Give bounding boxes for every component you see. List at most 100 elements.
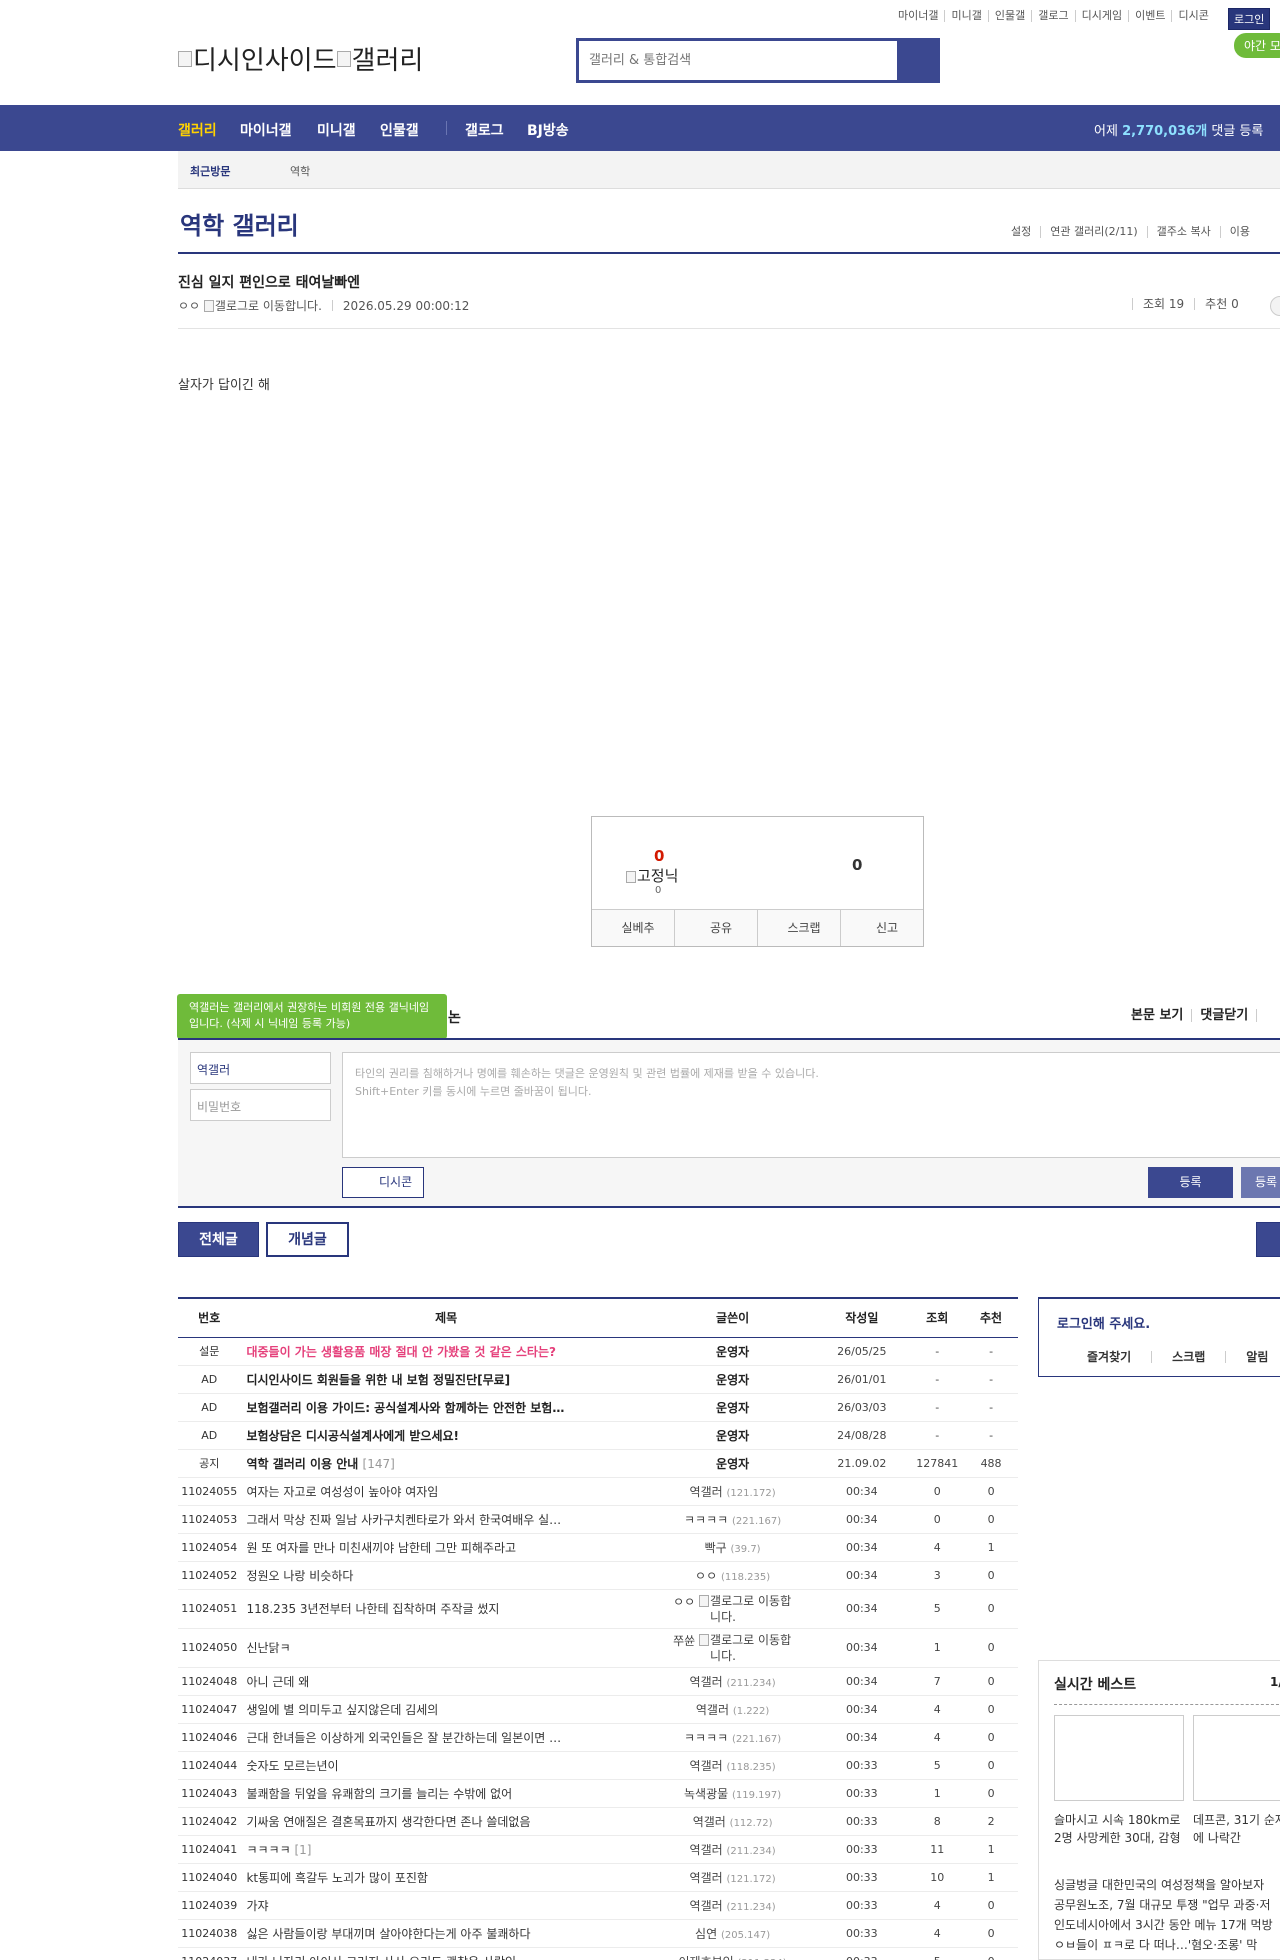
post-subject-text[interactable]: 신난닭ㅋ <box>246 1641 290 1655</box>
writer-nick[interactable]: 운영자 <box>716 1457 749 1471</box>
post-subject[interactable]: 숫자도 모르는년이 <box>240 1751 652 1780</box>
table-row[interactable]: 공지 역학 갤러리 이용 안내 [147] 운영자 21.09.02 127841 488 <box>178 1449 1018 1478</box>
table-row[interactable]: 11024041 ㅋㅋㅋㅋ [1] 역갤러 (211.234) 00:33 11 1 <box>178 1835 1018 1864</box>
post-subject[interactable]: 그래서 막상 진짜 일남 사카구치켄타로가 와서 한국여배우 실… <box>240 1505 652 1534</box>
post-subject[interactable]: 불쾌함을 뒤엎을 유쾌함의 크기를 늘리는 수밖에 없어 <box>240 1779 652 1808</box>
login-prompt[interactable]: 로그인해 주세요. <box>1057 1313 1150 1332</box>
nav-mini-gallery[interactable]: 미니갤 <box>317 120 356 140</box>
table-row[interactable]: 11024051 118.235 3년전부터 나한테 집착하며 주작글 썼지 ㅇㅇ … <box>178 1589 1018 1629</box>
table-row[interactable]: 11024038 싫은 사람들이랑 부대끼며 살아야한다는게 아주 불쾌하다 심연 … <box>178 1919 1018 1948</box>
gallery-title[interactable]: 역학 갤러리 <box>180 206 299 241</box>
post-subject[interactable]: 여자는 자고로 여성성이 높아야 여자임 <box>240 1477 652 1506</box>
favorites-link[interactable]: 즐겨찾기 <box>1039 1351 1151 1363</box>
post-subject[interactable]: 가쟈 <box>240 1891 652 1920</box>
table-row[interactable]: 11024053 그래서 막상 진짜 일남 사카구치켄타로가 와서 한국여배우 실… <box>178 1505 1018 1534</box>
share-button[interactable]: 공유 <box>674 910 757 946</box>
top-link-person[interactable]: 인물갤 <box>987 10 1031 22</box>
gallog-icon[interactable] <box>699 1633 710 1646</box>
post-subject-text[interactable]: 숫자도 모르는년이 <box>246 1759 338 1773</box>
post-subject[interactable]: 보험상담은 디시공식설계사에게 받으세요! <box>240 1421 652 1450</box>
table-row[interactable]: 11024055 여자는 자고로 여성성이 높아야 여자임 역갤러 (121.172… <box>178 1477 1018 1506</box>
tab-concept-posts[interactable]: 개념글 <box>266 1222 349 1257</box>
best-list-item[interactable]: 인도네시아에서 3시간 동안 메뉴 17개 먹방 <box>1054 1915 1280 1935</box>
writer-nick[interactable]: 역갤러 <box>693 1815 726 1829</box>
post-subject[interactable]: 보험갤러리 이용 가이드: 공식설계사와 함께하는 안전한 보험… <box>240 1393 652 1422</box>
writer-nick[interactable]: 운영자 <box>716 1401 749 1415</box>
report-button[interactable]: 신고 <box>840 910 923 946</box>
table-row[interactable]: 11024052 정원오 나랑 비슷하다 ㅇㅇ (118.235) 00:34 3 0 <box>178 1561 1018 1590</box>
writer-nick[interactable]: 운영자 <box>716 1345 749 1359</box>
best-caption[interactable]: 데프콘, 31기 순자 돌직구에 나락간 <box>1193 1811 1280 1847</box>
dccon-button[interactable]: 디시콘 <box>342 1167 424 1198</box>
nav-bj-broadcast[interactable]: BJ방송 <box>527 120 569 140</box>
post-subject-text[interactable]: 보험갤러리 이용 가이드: 공식설계사와 함께하는 안전한 보험… <box>246 1401 564 1415</box>
table-row[interactable]: AD 디시인사이드 회원들을 위한 내 보험 정밀진단[무료] 운영자 26/01/0… <box>178 1365 1018 1394</box>
best-list-item[interactable]: ㅇㅂ들이 ㅍㅋ로 다 떠나…'혐오·조롱' 막 <box>1054 1935 1280 1955</box>
recent-visits-label[interactable]: 최근방문 <box>190 163 230 179</box>
writer-nick[interactable]: 역갤러 <box>690 1485 723 1499</box>
top-link-event[interactable]: 이벤트 <box>1128 10 1171 22</box>
post-subject[interactable]: 118.235 3년전부터 나한테 집착하며 주작글 썼지 <box>240 1589 652 1629</box>
post-subject[interactable]: ㅋㅋㅋㅋ [1] <box>240 1835 652 1864</box>
table-row[interactable]: 11024037 내가 나자리 아이사 그러지 사사 오리도 괜찮은 사람인 이제호… <box>178 1947 1018 1960</box>
table-row[interactable]: 설문 대중들이 가는 생활용품 매장 절대 안 가봤을 것 같은 스타는? 운영자 2… <box>178 1337 1018 1366</box>
post-subject-text[interactable]: 기싸움 연애질은 결혼목표까지 생각한다면 존나 쓸데없음 <box>246 1815 530 1829</box>
table-row[interactable]: 11024044 숫자도 모르는년이 역갤러 (118.235) 00:33 5 0 <box>178 1751 1018 1780</box>
table-row[interactable]: 11024047 생일에 별 의미두고 싶지않은데 김세의 역갤러 (1.222) 0… <box>178 1695 1018 1724</box>
writer-nick[interactable]: ㅇㅇ <box>695 1569 717 1583</box>
nickname-field[interactable]: 역갤러 <box>190 1052 331 1084</box>
search-input[interactable] <box>579 41 897 80</box>
post-subject-text[interactable]: kt통피에 흑갈두 노괴가 많이 포진함 <box>246 1871 427 1885</box>
writer-nick[interactable]: 역갤러 <box>690 1871 723 1885</box>
close-comments-link[interactable]: 댓글닫기 <box>1191 1009 1256 1022</box>
top-link-game[interactable]: 디시게임 <box>1074 10 1128 22</box>
post-subject[interactable]: 대중들이 가는 생활용품 매장 절대 안 가봤을 것 같은 스타는? <box>240 1337 652 1366</box>
reply-count[interactable]: [1] <box>294 1843 311 1857</box>
post-subject[interactable]: 신난닭ㅋ <box>240 1628 652 1668</box>
search-button[interactable] <box>897 41 937 80</box>
post-subject-text[interactable]: 싫은 사람들이랑 부대끼며 살아야한다는게 아주 불쾌하다 <box>246 1927 530 1941</box>
table-row[interactable]: 11024054 원 또 여자를 만나 미친새끼야 남한테 그만 피해주라고 빡구 … <box>178 1533 1018 1562</box>
scrap-button[interactable]: 스크랩 <box>757 910 840 946</box>
post-subject[interactable]: kt통피에 흑갈두 노괴가 많이 포진함 <box>240 1863 652 1892</box>
top-link-dccon[interactable]: 디시콘 <box>1171 10 1214 22</box>
top-link-minor[interactable]: 마이너갤 <box>892 10 944 22</box>
post-subject[interactable]: 정원오 나랑 비슷하다 <box>240 1561 652 1590</box>
table-row[interactable]: 11024050 신난닭ㅋ 쭈쓘 갤로그로 이동합니다. 00:34 1 0 <box>178 1628 1018 1668</box>
table-row[interactable]: AD 보험상담은 디시공식설계사에게 받으세요! 운영자 24/08/28- - <box>178 1421 1018 1450</box>
post-subject[interactable]: 기싸움 연애질은 결혼목표까지 생각한다면 존나 쓸데없음 <box>240 1807 652 1836</box>
post-subject[interactable]: 근대 한녀들은 이상하게 외국인들은 잘 분간하는데 일본이면 … <box>240 1723 652 1752</box>
gallog-icon[interactable] <box>203 299 214 312</box>
top-link-mini[interactable]: 미니갤 <box>944 10 987 22</box>
writer-nick[interactable]: 녹색광물 <box>684 1787 728 1801</box>
comment-textarea[interactable]: 타인의 권리를 침해하거나 명예를 훼손하는 댓글은 운영원칙 및 관련 법률에… <box>342 1052 1280 1158</box>
post-subject-text[interactable]: 118.235 3년전부터 나한테 집착하며 주작글 썼지 <box>246 1602 499 1616</box>
writer-nick[interactable]: 역갤러 <box>690 1759 723 1773</box>
writer-nick[interactable]: 심연 <box>695 1927 717 1941</box>
related-gallery-link[interactable]: 연관 갤러리(2/11) <box>1040 226 1146 238</box>
reply-count[interactable]: [147] <box>363 1457 395 1471</box>
post-subject[interactable]: 원 또 여자를 만나 미친새끼야 남한테 그만 피해주라고 <box>240 1533 652 1562</box>
post-subject[interactable]: 생일에 별 의미두고 싶지않은데 김세의 <box>240 1695 652 1724</box>
best-list-item[interactable]: 공무원노조, 7월 대규모 투쟁 "업무 과중·저 <box>1054 1895 1280 1915</box>
table-row[interactable]: 11024040 kt통피에 흑갈두 노괴가 많이 포진함 역갤러 (121.172… <box>178 1863 1018 1892</box>
password-field[interactable]: 비밀번호 <box>190 1089 331 1121</box>
login-button[interactable]: 로그인 <box>1228 8 1271 30</box>
post-subject-text[interactable]: 아니 근데 왜 <box>246 1675 309 1689</box>
writer-nick[interactable]: ㅋㅋㅋㅋ <box>684 1731 728 1745</box>
post-writer[interactable]: ㅇㅇ <box>178 297 200 314</box>
table-row[interactable]: AD 보험갤러리 이용 가이드: 공식설계사와 함께하는 안전한 보험… 운영자 26… <box>178 1393 1018 1422</box>
table-row[interactable]: 11024048 아니 근데 왜 역갤러 (211.234) 00:34 7 0 <box>178 1667 1018 1696</box>
table-row[interactable]: 11024046 근대 한녀들은 이상하게 외국인들은 잘 분간하는데 일본이면 … <box>178 1723 1018 1752</box>
post-subject[interactable]: 디시인사이드 회원들을 위한 내 보험 정밀진단[무료] <box>240 1365 652 1394</box>
post-subject[interactable]: 역학 갤러리 이용 안내 [147] <box>240 1449 652 1478</box>
nav-person-gallery[interactable]: 인물갤 <box>380 120 419 140</box>
writer-nick[interactable]: 역갤러 <box>690 1899 723 1913</box>
post-subject-text[interactable]: 원 또 여자를 만나 미친새끼야 남한테 그만 피해주라고 <box>246 1541 516 1555</box>
writer-nick[interactable]: 운영자 <box>716 1429 749 1443</box>
best-caption[interactable]: 슬마시고 시속 180km로 2명 사망케한 30대, 감형 <box>1054 1811 1184 1847</box>
writer-nick[interactable]: 운영자 <box>716 1373 749 1387</box>
gallery-usage-link[interactable]: 이용 <box>1219 226 1259 238</box>
post-subject-text[interactable]: 근대 한녀들은 이상하게 외국인들은 잘 분간하는데 일본이면 … <box>246 1731 561 1745</box>
post-subject-text[interactable]: 보험상담은 디시공식설계사에게 받으세요! <box>246 1429 459 1443</box>
